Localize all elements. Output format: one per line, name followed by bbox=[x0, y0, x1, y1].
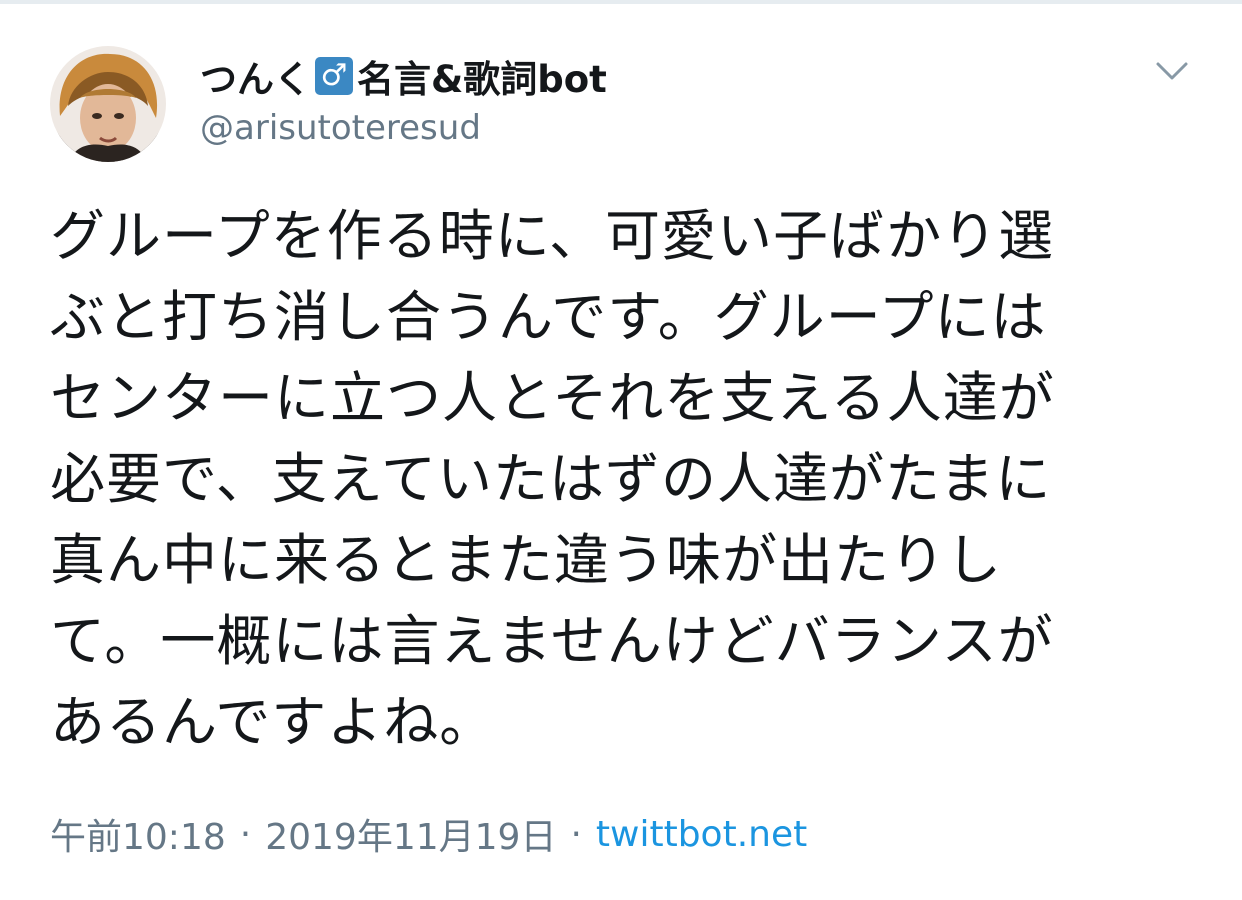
separator-dot: · bbox=[239, 813, 252, 855]
tweet-text-line: グループを作る時に、可愛い子ばかり選 bbox=[50, 204, 1055, 268]
tweet-text: グループを作る時に、可愛い子ばかり選 ぶと打ち消し合うんです。グループには セン… bbox=[50, 196, 1190, 763]
tweet-text-line: あるんですよね。 bbox=[50, 690, 496, 754]
user-handle[interactable]: @arisutoteresud bbox=[200, 108, 481, 148]
male-sign-icon: ♂ bbox=[315, 57, 353, 95]
tweet-text-line: ぶと打ち消し合うんです。グループには bbox=[50, 285, 1047, 349]
avatar[interactable] bbox=[50, 46, 166, 162]
tweet-text-line: て。一概には言えませんけどバランスが bbox=[50, 609, 1054, 673]
display-name[interactable]: つんく ♂ 名言&歌詞bot bbox=[200, 52, 607, 101]
tweet-text-line: 必要で、支えていたはずの人達がたまに bbox=[50, 447, 1052, 511]
tweet-text-line: 真ん中に来るとまた違う味が出たりし bbox=[50, 528, 1003, 592]
source-link[interactable]: twittbot.net bbox=[596, 814, 807, 855]
tweet-card: つんく ♂ 名言&歌詞bot @arisutoteresud グループを作る時に… bbox=[0, 0, 1242, 900]
display-name-prefix: つんく bbox=[200, 58, 311, 101]
top-divider bbox=[0, 0, 1242, 4]
separator-dot: · bbox=[570, 813, 582, 855]
tweet-metadata: 午前10:18 · 2019年11月19日 · twittbot.net bbox=[50, 808, 807, 860]
tweet-date[interactable]: 2019年11月19日 bbox=[265, 808, 556, 860]
chevron-down-icon[interactable] bbox=[1152, 54, 1192, 88]
avatar-portrait bbox=[50, 46, 166, 162]
tweet-text-line: センターに立つ人とそれを支える人達が bbox=[50, 366, 1055, 430]
tweet-time[interactable]: 午前10:18 bbox=[50, 808, 226, 860]
display-name-suffix: 名言&歌詞bot bbox=[357, 58, 607, 101]
